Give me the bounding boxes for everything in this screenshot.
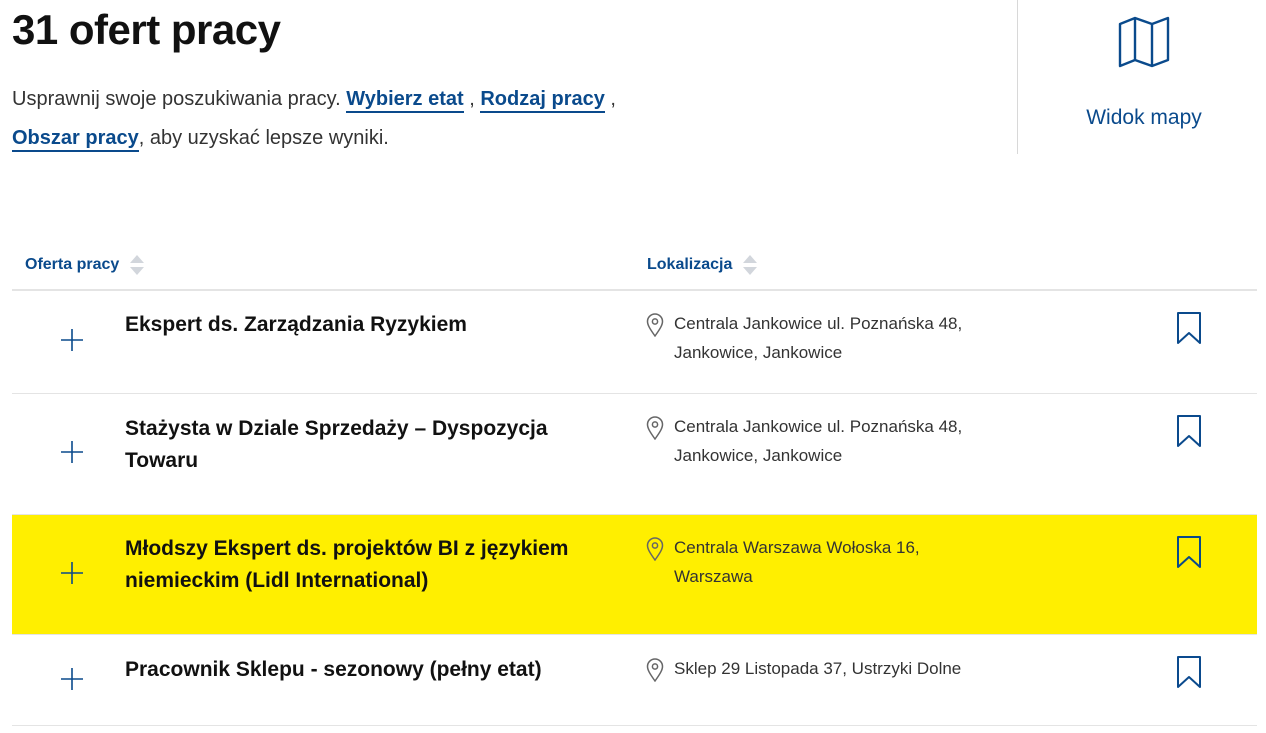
table-header: Oferta pracy Lokalizacja (12, 240, 1257, 291)
map-view-label: Widok mapy (1086, 106, 1202, 129)
location-pin-icon (646, 313, 664, 337)
job-offers-table: Oferta pracy Lokalizacja Ekspert ds. Zar… (12, 240, 1257, 726)
bookmark-icon[interactable] (1176, 655, 1202, 689)
job-title[interactable]: Stażysta w Dziale Sprzedaży – Dyspozycja… (125, 413, 595, 477)
table-row[interactable]: Stażysta w Dziale Sprzedaży – Dyspozycja… (12, 394, 1257, 515)
location-pin-icon (646, 537, 664, 561)
expand-plus-icon[interactable] (60, 328, 84, 352)
map-view-button[interactable]: Widok mapy (1017, 0, 1266, 154)
job-location: Centrala Jankowice ul. Poznańska 48, Jan… (674, 417, 963, 465)
column-header-label: Lokalizacja (647, 256, 733, 273)
column-header-offer[interactable]: Oferta pracy (25, 254, 145, 276)
filter-hint: Usprawnij swoje poszukiwania pracy. Wybi… (12, 80, 712, 158)
page-title: 31 ofert pracy (12, 6, 281, 53)
job-location: Centrala Jankowice ul. Poznańska 48, Jan… (674, 314, 963, 362)
table-row-highlighted[interactable]: Młodszy Ekspert ds. projektów BI z język… (12, 515, 1257, 635)
job-title[interactable]: Młodszy Ekspert ds. projektów BI z język… (125, 533, 595, 597)
intro-prefix: Usprawnij swoje poszukiwania pracy. (12, 88, 341, 110)
job-title[interactable]: Ekspert ds. Zarządzania Ryzykiem (125, 309, 595, 341)
job-location: Centrala Warszawa Wołoska 16, Warszawa (674, 538, 920, 586)
column-header-label: Oferta pracy (25, 256, 120, 273)
filter-link-obszar[interactable]: Obszar pracy (12, 127, 139, 152)
location-pin-icon (646, 416, 664, 440)
table-row[interactable]: Ekspert ds. Zarządzania Ryzykiem Central… (12, 291, 1257, 394)
bookmark-icon[interactable] (1176, 414, 1202, 448)
sort-icon (130, 255, 145, 275)
job-location: Sklep 29 Listopada 37, Ustrzyki Dolne (674, 659, 962, 678)
location-pin-icon (646, 658, 664, 682)
bookmark-icon[interactable] (1176, 535, 1202, 569)
bookmark-icon[interactable] (1176, 311, 1202, 345)
results-header: 31 ofert pracy Usprawnij swoje poszukiwa… (12, 0, 1012, 160)
intro-suffix: , aby uzyskać lepsze wyniki. (138, 127, 389, 149)
job-title[interactable]: Pracownik Sklepu - sezonowy (pełny etat) (125, 654, 595, 686)
expand-plus-icon[interactable] (60, 667, 84, 691)
sort-icon (743, 255, 758, 275)
separator: , (604, 88, 616, 110)
table-row[interactable]: Pracownik Sklepu - sezonowy (pełny etat)… (12, 635, 1257, 726)
expand-plus-icon[interactable] (60, 440, 84, 464)
filter-link-etat[interactable]: Wybierz etat (346, 88, 464, 113)
column-header-location[interactable]: Lokalizacja (647, 254, 758, 276)
map-icon (1118, 16, 1170, 68)
filter-link-rodzaj[interactable]: Rodzaj pracy (480, 88, 605, 113)
separator: , (463, 88, 475, 110)
expand-plus-icon[interactable] (60, 561, 84, 585)
